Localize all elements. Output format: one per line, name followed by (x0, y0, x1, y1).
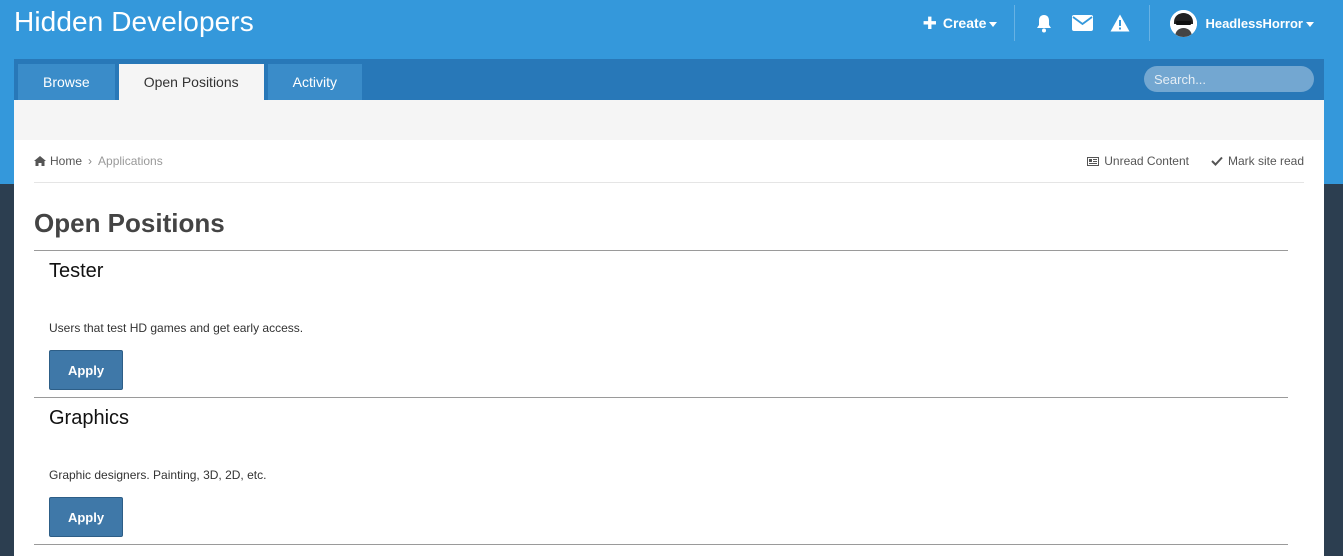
chevron-down-icon (1306, 21, 1314, 27)
positions-list: Tester Users that test HD games and get … (34, 250, 1288, 545)
main-content: Home › Applications Unread Content Mark … (14, 140, 1324, 556)
envelope-icon (1071, 15, 1093, 31)
mark-site-read-link[interactable]: Mark site read (1211, 154, 1304, 168)
unread-content-label: Unread Content (1104, 154, 1189, 168)
mark-site-read-label: Mark site read (1227, 154, 1304, 168)
sub-navigation (14, 100, 1324, 140)
home-icon (34, 156, 46, 166)
position-title: Tester (49, 260, 104, 282)
breadcrumb-row: Home › Applications Unread Content Mark … (34, 140, 1304, 183)
position-item: Tester Users that test HD games and get … (34, 250, 1288, 397)
avatar (1170, 9, 1198, 37)
plus-icon: ✚ (922, 13, 937, 33)
breadcrumb-current[interactable]: Applications (98, 154, 163, 168)
search-box (1144, 66, 1330, 92)
breadcrumb-home-label: Home (50, 154, 83, 168)
divider (34, 544, 1288, 545)
chevron-right-icon: › (88, 154, 93, 168)
position-description: Users that test HD games and get early a… (49, 321, 304, 335)
tab-browse[interactable]: Browse (18, 64, 115, 100)
check-icon (1211, 156, 1223, 166)
create-button[interactable]: ✚ Create (915, 5, 1015, 41)
newspaper-icon (1087, 156, 1100, 166)
notification-icons (1015, 5, 1149, 41)
notifications-button[interactable] (1025, 5, 1063, 41)
messages-button[interactable] (1063, 5, 1101, 41)
breadcrumb: Home › Applications (34, 154, 163, 168)
main-navigation: Browse Open Positions Activity (14, 59, 1330, 100)
site-header: Hidden Developers ✚ Create HeadlessHorro… (0, 0, 1343, 46)
reports-button[interactable] (1101, 5, 1139, 41)
bell-icon (1037, 14, 1052, 32)
avatar-image (1170, 9, 1198, 37)
site-title[interactable]: Hidden Developers (14, 6, 254, 38)
page-title: Open Positions (34, 208, 225, 238)
tab-open-positions[interactable]: Open Positions (118, 64, 264, 100)
apply-button[interactable]: Apply (49, 350, 123, 390)
site-actions: Unread Content Mark site read (1065, 154, 1304, 168)
user-bar: ✚ Create HeadlessHorror (915, 0, 1343, 46)
nav-tabs: Browse Open Positions Activity (18, 64, 366, 100)
username: HeadlessHorror (1205, 15, 1303, 31)
breadcrumb-home[interactable]: Home (34, 154, 82, 168)
tab-activity[interactable]: Activity (267, 64, 362, 100)
apply-button[interactable]: Apply (49, 497, 123, 537)
create-label: Create (942, 15, 987, 31)
search-input[interactable] (1154, 71, 1330, 87)
position-description: Graphic designers. Painting, 3D, 2D, etc… (49, 468, 267, 482)
position-title: Graphics (49, 407, 130, 429)
warning-icon (1110, 14, 1130, 32)
user-menu[interactable]: HeadlessHorror (1150, 9, 1343, 37)
unread-content-link[interactable]: Unread Content (1087, 154, 1189, 168)
position-item: Graphics Graphic designers. Painting, 3D… (34, 397, 1288, 544)
chevron-down-icon (989, 21, 998, 27)
